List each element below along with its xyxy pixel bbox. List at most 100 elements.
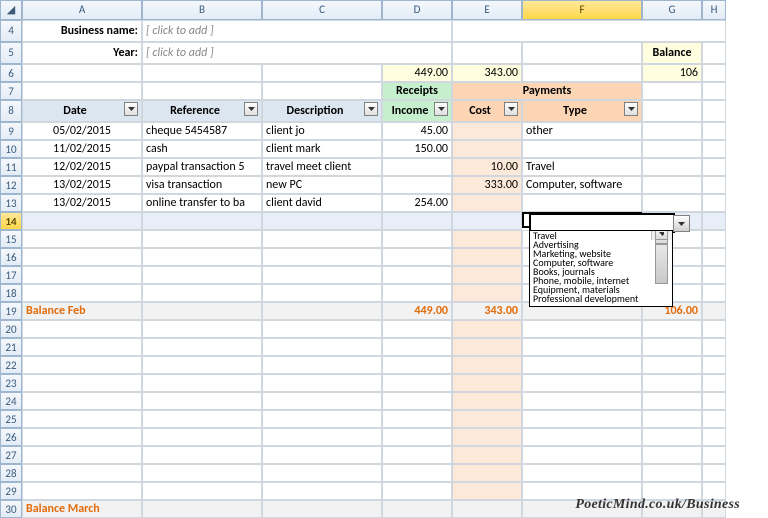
filter-cost[interactable] <box>504 102 518 116</box>
label-balance: Balance <box>642 42 702 64</box>
table-cell[interactable]: client jo <box>262 122 382 140</box>
row-15[interactable]: 15 <box>0 230 22 248</box>
table-cell[interactable]: 150.00 <box>382 140 452 158</box>
header-date: Date <box>22 100 142 122</box>
table-cell[interactable]: cheque 5454587 <box>142 122 262 140</box>
table-cell[interactable]: travel meet client <box>262 158 382 176</box>
table-cell[interactable]: Computer, software <box>522 176 642 194</box>
total-income: 449.00 <box>382 64 452 82</box>
row-14[interactable]: 14 <box>0 212 22 230</box>
table-cell[interactable]: 10.00 <box>452 158 522 176</box>
filter-type[interactable] <box>624 102 638 116</box>
table-cell[interactable]: 254.00 <box>382 194 452 212</box>
table-cell[interactable]: client david <box>262 194 382 212</box>
col-F[interactable]: F <box>522 0 642 20</box>
row-13[interactable]: 13 <box>0 194 22 212</box>
row-24[interactable]: 24 <box>0 392 22 410</box>
watermark-text: PoeticMind.co.uk/Business <box>575 497 740 513</box>
row-29[interactable]: 29 <box>0 482 22 500</box>
table-cell[interactable]: 05/02/2015 <box>22 122 142 140</box>
table-cell[interactable]: Travel <box>522 158 642 176</box>
table-cell[interactable]: other <box>522 122 642 140</box>
feb-cost: 343.00 <box>452 302 522 320</box>
row-11[interactable]: 11 <box>0 158 22 176</box>
row-8[interactable]: 8 <box>0 100 22 122</box>
table-cell[interactable]: new PC <box>262 176 382 194</box>
table-cell[interactable] <box>452 122 522 140</box>
col-H[interactable]: H <box>702 0 726 20</box>
col-B[interactable]: B <box>142 0 262 20</box>
header-income: Income <box>382 100 452 122</box>
scroll-down-icon[interactable] <box>655 230 668 240</box>
label-year: Year: <box>22 42 142 64</box>
row-7[interactable]: 7 <box>0 82 22 100</box>
table-cell[interactable] <box>452 140 522 158</box>
row-10[interactable]: 10 <box>0 140 22 158</box>
row-20[interactable]: 20 <box>0 320 22 338</box>
row-19[interactable]: 19 <box>0 302 22 320</box>
header-reference: Reference <box>142 100 262 122</box>
header-payments: Payments <box>452 82 642 100</box>
table-cell[interactable] <box>452 194 522 212</box>
row-9[interactable]: 9 <box>0 122 22 140</box>
table-cell[interactable]: cash <box>142 140 262 158</box>
filter-income[interactable] <box>434 102 448 116</box>
row-23[interactable]: 23 <box>0 374 22 392</box>
row-26[interactable]: 26 <box>0 428 22 446</box>
table-cell[interactable]: 11/02/2015 <box>22 140 142 158</box>
col-C[interactable]: C <box>262 0 382 20</box>
header-receipts: Receipts <box>382 82 452 100</box>
filter-date[interactable] <box>124 102 138 116</box>
col-A[interactable]: A <box>22 0 142 20</box>
table-cell[interactable]: 333.00 <box>452 176 522 194</box>
filter-reference[interactable] <box>244 102 258 116</box>
row-30[interactable]: 30 <box>0 500 22 518</box>
table-cell[interactable] <box>522 140 642 158</box>
type-combobox[interactable] <box>531 215 673 231</box>
table-cell[interactable] <box>382 158 452 176</box>
row-6[interactable]: 6 <box>0 64 22 82</box>
table-cell[interactable]: paypal transaction 5 <box>142 158 262 176</box>
table-cell[interactable]: 13/02/2015 <box>22 176 142 194</box>
row-12[interactable]: 12 <box>0 176 22 194</box>
table-cell[interactable]: online transfer to ba <box>142 194 262 212</box>
row-16[interactable]: 16 <box>0 248 22 266</box>
row-22[interactable]: 22 <box>0 356 22 374</box>
input-business-name[interactable]: [ click to add ] <box>142 20 452 42</box>
row-28[interactable]: 28 <box>0 464 22 482</box>
total-balance: 106 <box>642 64 702 82</box>
row-4[interactable]: 4 <box>0 20 22 42</box>
table-cell[interactable]: client mark <box>262 140 382 158</box>
scroll-thumb[interactable] <box>655 244 668 284</box>
label-business-name: Business name: <box>22 20 142 42</box>
header-cost: Cost <box>452 100 522 122</box>
header-description: Description <box>262 100 382 122</box>
label-balance-march: Balance March <box>22 500 142 518</box>
label-balance-feb: Balance Feb <box>22 302 142 320</box>
row-18[interactable]: 18 <box>0 284 22 302</box>
table-cell[interactable]: 45.00 <box>382 122 452 140</box>
row-17[interactable]: 17 <box>0 266 22 284</box>
type-dropdown-list[interactable]: Travel Advertising Marketing, website Co… <box>529 230 673 307</box>
table-cell[interactable]: 12/02/2015 <box>22 158 142 176</box>
table-cell[interactable]: 13/02/2015 <box>22 194 142 212</box>
col-E[interactable]: E <box>452 0 522 20</box>
dropdown-scrollbar[interactable] <box>651 231 672 240</box>
input-year[interactable]: [ click to add ] <box>142 42 452 64</box>
col-G[interactable]: G <box>642 0 702 20</box>
col-D[interactable]: D <box>382 0 452 20</box>
row-25[interactable]: 25 <box>0 410 22 428</box>
feb-income: 449.00 <box>382 302 452 320</box>
dropdown-button[interactable] <box>673 215 690 232</box>
total-cost: 343.00 <box>452 64 522 82</box>
table-cell[interactable]: visa transaction <box>142 176 262 194</box>
header-type: Type <box>522 100 642 122</box>
row-5[interactable]: 5 <box>0 42 22 64</box>
filter-description[interactable] <box>364 102 378 116</box>
row-21[interactable]: 21 <box>0 338 22 356</box>
dropdown-option[interactable]: Professional development <box>530 294 672 303</box>
table-cell[interactable] <box>382 176 452 194</box>
select-all-corner[interactable]: ◢ <box>0 0 22 20</box>
table-cell[interactable] <box>522 194 642 212</box>
row-27[interactable]: 27 <box>0 446 22 464</box>
